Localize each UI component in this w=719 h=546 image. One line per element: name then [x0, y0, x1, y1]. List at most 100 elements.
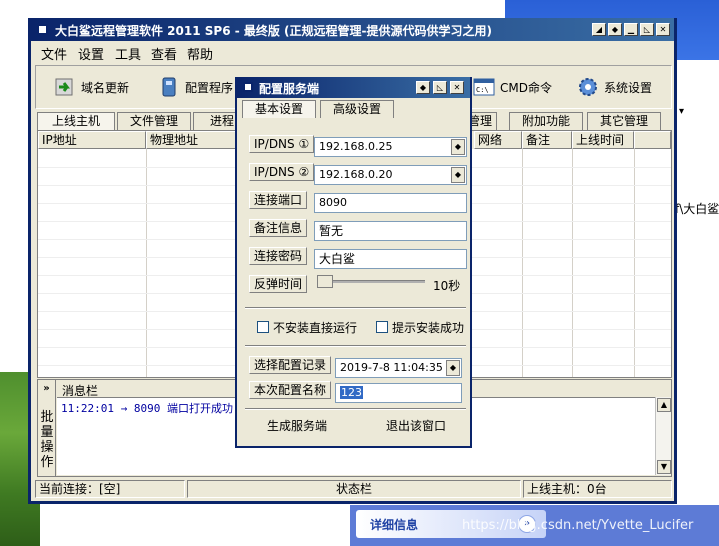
help-icon[interactable]: ◢ — [592, 23, 606, 36]
rebound-time-label: 反弹时间 — [249, 275, 308, 293]
spin-icon[interactable]: ◆ — [451, 167, 465, 183]
tab-advanced-settings[interactable]: 高级设置 — [320, 100, 394, 118]
cmd-icon: C:\ — [473, 76, 495, 98]
rebound-time-value: 10秒 — [433, 279, 461, 293]
config-name-input[interactable]: 123 — [335, 383, 462, 403]
scroll-down-icon[interactable]: ▼ — [657, 460, 671, 474]
expand-icon[interactable]: » — [40, 382, 53, 395]
system-settings-label: 系统设置 — [604, 80, 653, 95]
domain-update-label: 域名更新 — [81, 80, 130, 95]
slider-thumb[interactable] — [317, 275, 333, 288]
menu-file[interactable]: 文件 — [41, 44, 67, 63]
config-record-value: 2019-7-8 11:04:35 — [340, 361, 443, 374]
log-line: 11:22:01 → 8090 端口打开成功! — [61, 402, 240, 415]
window-title: 大白鲨远程管理软件 2011 SP6 - 最终版 (正规远程管理-提供源代码供学… — [55, 24, 493, 38]
main-title-bar[interactable]: 大白鲨远程管理软件 2011 SP6 - 最终版 (正规远程管理-提供源代码供学… — [31, 18, 674, 41]
config-program-button[interactable]: 配置程序 — [158, 74, 233, 100]
spin-icon[interactable]: ◆ — [451, 139, 465, 155]
column-extra[interactable] — [634, 131, 671, 149]
separator — [245, 345, 466, 347]
rollup-icon[interactable]: ◆ — [416, 81, 430, 94]
ip-dns-2-label: IP/DNS ② — [249, 163, 315, 181]
config-program-label: 配置程序 — [185, 80, 234, 95]
domain-update-button[interactable]: 域名更新 — [54, 74, 129, 100]
generate-server-button[interactable]: 生成服务端 — [255, 416, 339, 438]
status-connection: 当前连接：[空] — [35, 480, 185, 498]
exit-window-button[interactable]: 退出该窗口 — [374, 416, 458, 438]
watermark: https://blog.csdn.net/Yvette_Lucifer — [462, 518, 694, 533]
basic-settings-panel: IP/DNS ① 192.168.0.25 ◆ IP/DNS ② 192.168… — [241, 117, 468, 303]
menu-bar: 文件 设置 工具 查看 帮助 — [31, 41, 674, 63]
menu-tools[interactable]: 工具 — [115, 44, 141, 63]
column-ip[interactable]: IP地址 — [38, 131, 146, 149]
gear-icon — [577, 76, 599, 98]
maximize-icon[interactable]: ◺ — [640, 23, 654, 36]
dialog-title: 配置服务端 — [259, 82, 320, 96]
status-bar: 当前连接：[空] 状态栏 上线主机：0台 — [35, 480, 672, 498]
rollup-icon[interactable]: ◆ — [608, 23, 622, 36]
cmd-command-label: CMD命令 — [500, 80, 552, 95]
menu-view[interactable]: 查看 — [151, 44, 177, 63]
detail-info-label: 详细信息 — [370, 518, 419, 532]
menu-settings[interactable]: 设置 — [78, 44, 104, 63]
tab-extra-functions[interactable]: 附加功能 — [509, 112, 583, 130]
config-name-label: 本次配置名称 — [249, 381, 332, 399]
password-input[interactable]: 大白鲨 — [314, 249, 467, 269]
desktop-window-edge: ▾ f\大白鲨 — [675, 60, 719, 480]
ip-dns-2-value: 192.168.0.20 — [319, 168, 393, 181]
rebound-time-slider[interactable] — [317, 280, 425, 283]
domain-update-icon — [54, 76, 76, 98]
tab-other-manager[interactable]: 其它管理 — [587, 112, 661, 130]
column-network[interactable]: 网络 — [474, 131, 522, 149]
svg-text:C:\: C:\ — [476, 86, 489, 94]
ip-dns-1-label: IP/DNS ① — [249, 135, 315, 153]
no-install-run-checkbox[interactable] — [257, 321, 269, 333]
batch-operation-label: 批量操作 — [40, 410, 54, 470]
dialog-app-icon — [243, 82, 253, 92]
column-mac[interactable]: 物理地址 — [146, 131, 246, 149]
app-icon — [37, 24, 48, 35]
status-online-hosts: 上线主机：0台 — [523, 480, 672, 498]
menu-help[interactable]: 帮助 — [187, 44, 213, 63]
separator — [245, 408, 466, 410]
column-note[interactable]: 备注 — [522, 131, 572, 149]
spin-icon[interactable]: ◆ — [446, 360, 460, 376]
system-settings-button[interactable]: 系统设置 — [577, 74, 652, 100]
dialog-title-bar[interactable]: 配置服务端 ◆ ◺ ✕ — [237, 77, 470, 98]
column-divider — [572, 149, 573, 377]
column-divider — [522, 149, 523, 377]
ip-dns-1-value: 192.168.0.25 — [319, 140, 393, 153]
tab-file-manager[interactable]: 文件管理 — [117, 112, 191, 130]
config-name-value: 123 — [340, 386, 363, 399]
ip-dns-2-combo[interactable]: 192.168.0.20 ◆ — [314, 165, 467, 185]
port-label: 连接端口 — [249, 191, 308, 209]
port-input[interactable]: 8090 — [314, 193, 467, 213]
maximize-icon[interactable]: ◺ — [433, 81, 447, 94]
prompt-success-label: 提示安装成功 — [392, 321, 465, 335]
minimize-icon[interactable]: ▁ — [624, 23, 638, 36]
config-server-dialog: 配置服务端 ◆ ◺ ✕ 基本设置 高级设置 IP/DNS ① 192.168.0… — [235, 77, 472, 448]
column-online-time[interactable]: 上线时间 — [572, 131, 634, 149]
column-divider — [634, 149, 635, 377]
separator — [245, 307, 466, 309]
note-label: 备注信息 — [249, 219, 308, 237]
scroll-up-icon[interactable]: ▲ — [657, 398, 671, 412]
status-text: 状态栏 — [187, 480, 521, 498]
config-record-combo[interactable]: 2019-7-8 11:04:35 ◆ — [335, 358, 462, 378]
note-input[interactable]: 暂无 — [314, 221, 467, 241]
toolbar-dropdown-icon: ▾ — [679, 106, 685, 117]
ip-dns-1-combo[interactable]: 192.168.0.25 ◆ — [314, 137, 467, 157]
tab-online-hosts[interactable]: 上线主机 — [37, 112, 115, 130]
host-label-cut: f\大白鲨 — [675, 202, 719, 216]
prompt-success-checkbox[interactable] — [376, 321, 388, 333]
message-scrollbar[interactable]: ▲ ▼ — [655, 397, 671, 475]
batch-operation-sidebar[interactable]: » 批量操作 — [38, 380, 56, 476]
close-icon[interactable]: ✕ — [450, 81, 464, 94]
tab-process-manager[interactable]: 进程管 — [193, 112, 241, 144]
tab-basic-settings[interactable]: 基本设置 — [242, 100, 316, 118]
close-icon[interactable]: ✕ — [656, 23, 670, 36]
config-record-label: 选择配置记录 — [249, 356, 332, 374]
config-program-icon — [158, 76, 180, 98]
no-install-run-label: 不安装直接运行 — [273, 321, 358, 335]
cmd-command-button[interactable]: C:\ CMD命令 — [473, 74, 552, 100]
